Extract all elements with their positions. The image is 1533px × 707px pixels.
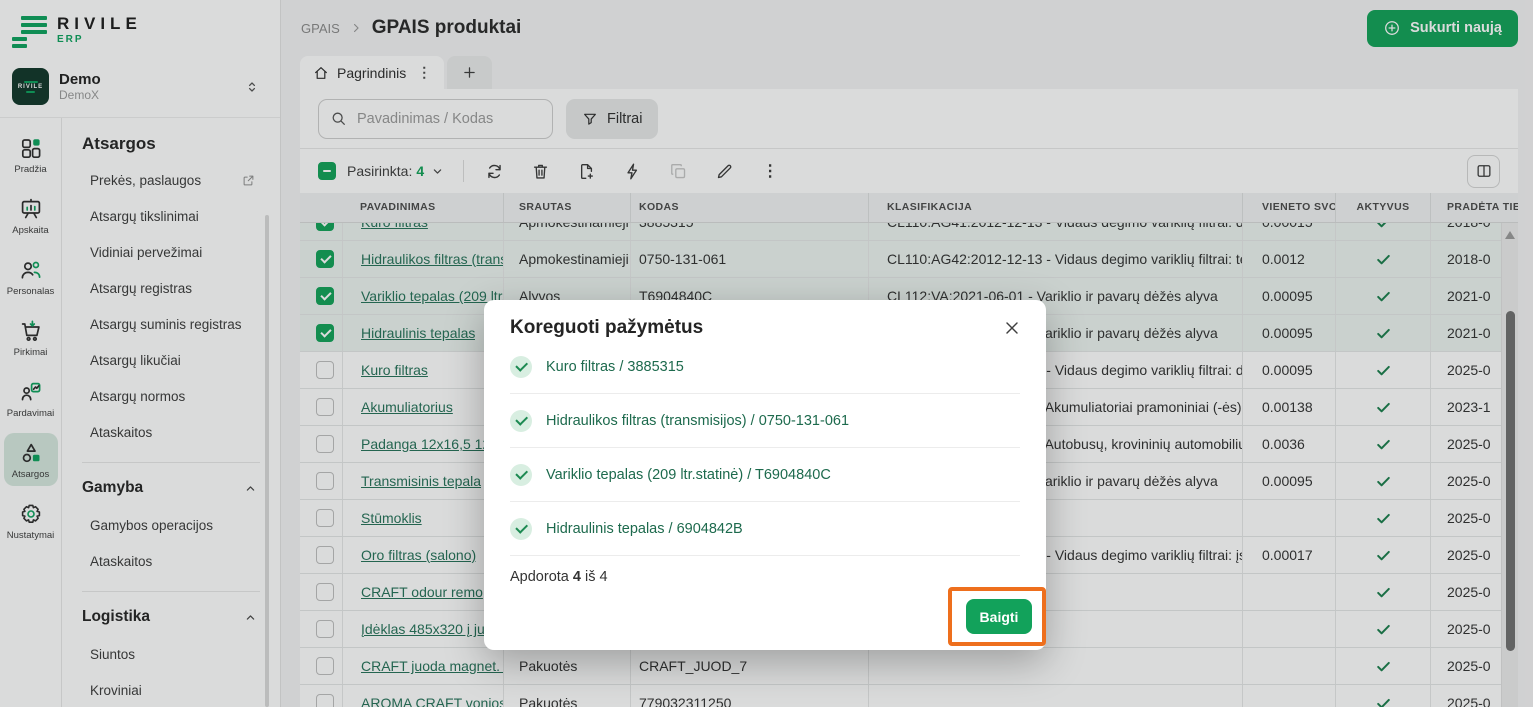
processed-item: Variklio tepalas (209 ltr.statinė) / T69…: [510, 448, 1020, 502]
edit-selected-modal: Koreguoti pažymėtus Kuro filtras / 38853…: [484, 300, 1046, 650]
check-circle-icon: [510, 410, 532, 432]
processed-item-label: Hidraulinis tepalas / 6904842B: [546, 521, 743, 537]
processed-item-label: Hidraulikos filtras (transmisijos) / 075…: [546, 413, 849, 429]
check-circle-icon: [510, 464, 532, 486]
processed-item-label: Variklio tepalas (209 ltr.statinė) / T69…: [546, 467, 831, 483]
processed-item: Kuro filtras / 3885315: [510, 340, 1020, 394]
progress-text: Apdorota 4 iš 4: [510, 569, 1020, 585]
modal-item-list: Kuro filtras / 3885315 Hidraulikos filtr…: [510, 340, 1020, 556]
check-circle-icon: [510, 356, 532, 378]
close-icon: [1002, 318, 1022, 338]
check-circle-icon: [510, 518, 532, 540]
processed-item: Hidraulikos filtras (transmisijos) / 075…: [510, 394, 1020, 448]
modal-title: Koreguoti pažymėtus: [510, 316, 703, 340]
finish-button[interactable]: Baigti: [966, 599, 1032, 634]
processed-item-label: Kuro filtras / 3885315: [546, 359, 684, 375]
processed-item: Hidraulinis tepalas / 6904842B: [510, 502, 1020, 556]
close-button[interactable]: [1000, 316, 1024, 340]
progress-done: 4: [573, 569, 581, 585]
